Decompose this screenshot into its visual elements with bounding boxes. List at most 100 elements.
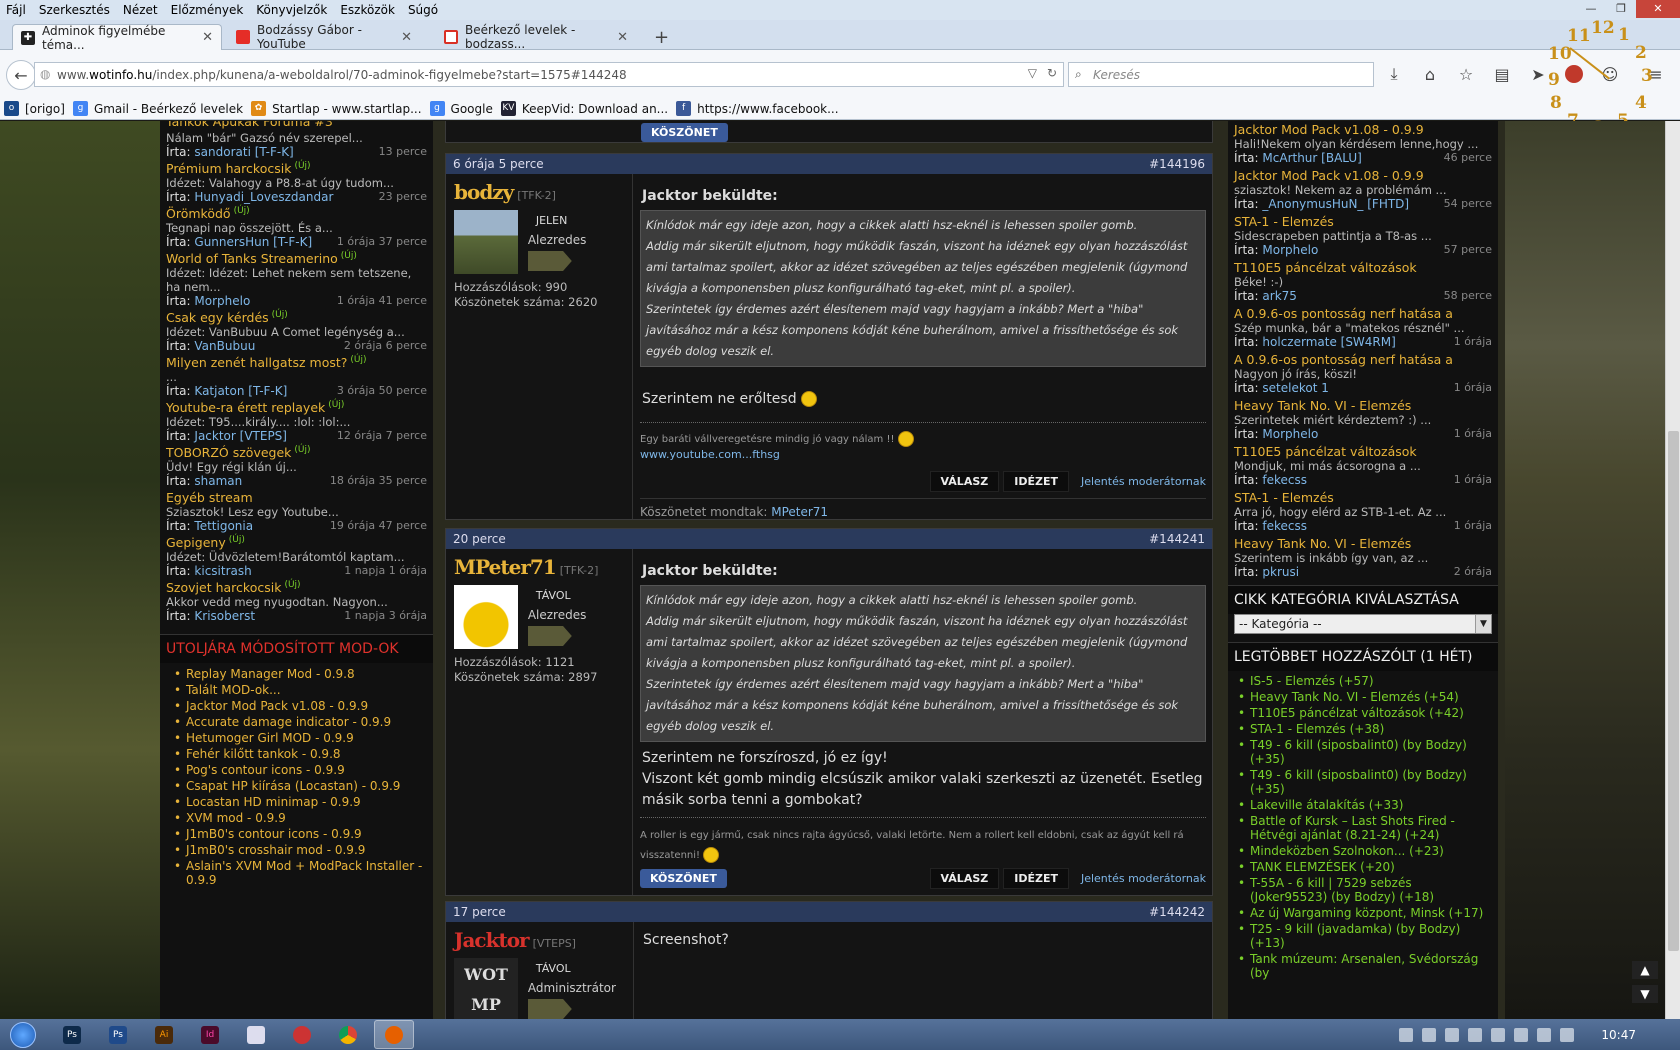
post-id-link[interactable]: #144241: [1149, 532, 1205, 546]
author-link[interactable]: kicsitrash: [194, 564, 251, 578]
author-link[interactable]: Katjaton [T-F-K]: [194, 384, 287, 398]
topic-title-text[interactable]: Szovjet harckocsik: [166, 580, 281, 595]
scroll-up-button[interactable]: ▲: [1632, 961, 1658, 979]
menu-item-0[interactable]: Fájl: [6, 3, 26, 17]
topic-title-text[interactable]: Örömködő: [166, 206, 231, 221]
topic-title[interactable]: Prémium harckocsik (Új): [166, 161, 427, 176]
restore-button[interactable]: ❐: [1606, 0, 1636, 18]
avatar[interactable]: [454, 210, 518, 274]
post-id-link[interactable]: #144242: [1149, 905, 1205, 919]
quote-button[interactable]: IDÉZET: [1003, 471, 1069, 492]
address-bar[interactable]: ◍ www. wotinfo.hu/index.php/kunena/a-webo…: [34, 62, 1064, 87]
bookmark-origo[interactable]: o [origo]: [4, 101, 65, 116]
topic-title[interactable]: Egyéb stream: [166, 490, 427, 505]
list-item[interactable]: Örömködő (Új) Tegnapi nap összejött. És a.…: [160, 205, 433, 250]
author-link[interactable]: Hunyadi_Loveszdandar: [194, 190, 333, 204]
report-moderator-link[interactable]: Jelentés moderátornak: [1081, 475, 1206, 488]
mod-item[interactable]: Jacktor Mod Pack v1.08 - 0.9.9: [174, 698, 433, 714]
list-item[interactable]: Jacktor Mod Pack v1.08 - 0.9.9 Hali!Nekem…: [1228, 122, 1498, 165]
mod-item[interactable]: XVM mod - 0.9.9: [174, 810, 433, 826]
author-link[interactable]: shaman: [194, 474, 242, 488]
author-link[interactable]: holczermate [SW4RM]: [1262, 335, 1395, 349]
home-icon[interactable]: ⌂: [1416, 60, 1444, 88]
author-link[interactable]: Tettigonia: [194, 519, 253, 533]
topic-title-text[interactable]: Milyen zenét hallgatsz most?: [166, 355, 347, 370]
mod-item[interactable]: Hetumoger Girl MOD - 0.9.9: [174, 730, 433, 746]
topic-title[interactable]: Tankok Apukák Fóruma #3: [166, 121, 427, 129]
menu-item-1[interactable]: Szerkesztés: [39, 3, 110, 17]
start-button[interactable]: [0, 1019, 46, 1050]
topic-title[interactable]: T110E5 páncélzat változások: [1234, 260, 1492, 275]
close-tab-icon[interactable]: ✕: [617, 30, 628, 45]
taskbar-illustrator[interactable]: Ai: [144, 1020, 184, 1049]
most-commented-item[interactable]: IS-5 - Elemzés (+57): [1238, 673, 1492, 689]
topic-title[interactable]: Örömködő (Új): [166, 206, 427, 221]
taskbar-photoshop[interactable]: Ps: [52, 1020, 92, 1049]
username-link[interactable]: MPeter71: [454, 555, 557, 579]
most-commented-item[interactable]: TANK ELEMZÉSEK (+20): [1238, 859, 1492, 875]
author-link[interactable]: VanBubuu: [194, 339, 255, 353]
taskbar-explorer[interactable]: [236, 1020, 276, 1049]
most-commented-item[interactable]: T49 - 6 kill (siposbalint0) (by Bodzy) (…: [1238, 767, 1492, 797]
taskbar-chrome[interactable]: [328, 1020, 368, 1049]
thanks-button[interactable]: KÖSZÖNET: [640, 869, 727, 888]
network-icon[interactable]: [1537, 1027, 1552, 1042]
most-commented-item[interactable]: T49 - 6 kill (siposbalint0) (by Bodzy) (…: [1238, 737, 1492, 767]
mod-item[interactable]: Fehér kilőtt tankok - 0.9.8: [174, 746, 433, 762]
most-commented-item[interactable]: Mindeközben Szolnokon... (+23): [1238, 843, 1492, 859]
bookmark-keepvid[interactable]: KV KeepVid: Download an...: [500, 101, 668, 116]
list-item[interactable]: TOBORZÓ szövegek (Új) Üdv! Egy régi klán ú…: [160, 444, 433, 489]
mod-item[interactable]: Accurate damage indicator - 0.9.9: [174, 714, 433, 730]
tab-youtube[interactable]: Bodzássy Gábor - YouTube ✕: [228, 23, 420, 51]
tray-icon[interactable]: [1445, 1027, 1460, 1042]
thanks-button[interactable]: KÖSZÖNET: [641, 123, 728, 142]
mod-item[interactable]: Replay Manager Mod - 0.9.8: [174, 666, 433, 682]
scrollbar-thumb[interactable]: [1668, 431, 1679, 951]
most-commented-item[interactable]: Lakeville átalakítás (+33): [1238, 797, 1492, 813]
bookmark-star-icon[interactable]: ☆: [1452, 60, 1480, 88]
most-commented-item[interactable]: Tank múzeum: Arsenalen, Svédország (by: [1238, 951, 1492, 981]
author-link[interactable]: Jacktor [VTEPS]: [194, 429, 287, 443]
topic-title[interactable]: A 0.9.6-os pontosság nerf hatása a: [1234, 306, 1492, 321]
list-item[interactable]: STA-1 - Elemzés Sidescrapeben pattintja a…: [1228, 214, 1498, 257]
taskbar-photoshop-2[interactable]: Ps: [98, 1020, 138, 1049]
topic-title[interactable]: Youtube-ra érett replayek (Új): [166, 400, 427, 415]
author-link[interactable]: setelekot 1: [1262, 381, 1328, 395]
menu-item-4[interactable]: Könyvjelzők: [256, 3, 327, 17]
most-commented-item[interactable]: Heavy Tank No. VI - Elemzés (+54): [1238, 689, 1492, 705]
author-link[interactable]: ark75: [1262, 289, 1297, 303]
topic-title[interactable]: Jacktor Mod Pack v1.08 - 0.9.9: [1234, 168, 1492, 183]
list-item[interactable]: Heavy Tank No. VI - Elemzés Szerintem is …: [1228, 536, 1498, 579]
author-link[interactable]: Morphelo: [1262, 427, 1318, 441]
menu-item-3[interactable]: Előzmények: [171, 3, 244, 17]
tab-forum[interactable]: ✚ Adminok figyelmébe téma... ✕: [12, 24, 222, 52]
list-item[interactable]: Csak egy kérdés (Új) Idézet: VanBubuu A Co…: [160, 309, 433, 354]
list-item[interactable]: A 0.9.6-os pontosság nerf hatása a Nagyon…: [1228, 352, 1498, 395]
topic-title-text[interactable]: Gepigeny: [166, 535, 226, 550]
author-link[interactable]: sandorati [T-F-K]: [194, 145, 293, 159]
taskbar-indesign[interactable]: Id: [190, 1020, 230, 1049]
list-item[interactable]: A 0.9.6-os pontosság nerf hatása a Szép m…: [1228, 306, 1498, 349]
most-commented-item[interactable]: T110E5 páncélzat változások (+42): [1238, 705, 1492, 721]
taskbar-app[interactable]: [282, 1020, 322, 1049]
list-item[interactable]: World of Tanks Streamerino (Új) Idézet: Id…: [160, 250, 433, 309]
list-item[interactable]: Prémium harckocsik (Új) Idézet: Valahogy a…: [160, 160, 433, 205]
topic-title[interactable]: Csak egy kérdés (Új): [166, 310, 427, 325]
list-item[interactable]: Milyen zenét hallgatsz most? (Új)... Írta:…: [160, 354, 433, 399]
bookmark-facebook[interactable]: f https://www.facebook...: [676, 101, 839, 116]
topic-title[interactable]: Heavy Tank No. VI - Elemzés: [1234, 536, 1492, 551]
avatar[interactable]: WOT MP: [454, 958, 518, 1019]
topic-title[interactable]: World of Tanks Streamerino (Új): [166, 251, 427, 266]
list-item[interactable]: T110E5 páncélzat változások Béke! :-) Írta…: [1228, 260, 1498, 303]
author-link[interactable]: _AnonymusHuN_ [FHTD]: [1262, 197, 1409, 211]
avatar[interactable]: [454, 585, 518, 649]
username-link[interactable]: bodzy: [454, 180, 514, 204]
topic-title[interactable]: STA-1 - Elemzés: [1234, 490, 1492, 505]
menu-item-2[interactable]: Nézet: [123, 3, 158, 17]
list-item[interactable]: Youtube-ra érett replayek (Új) Idézet: T95…: [160, 399, 433, 444]
list-item[interactable]: Tankok Apukák Fóruma #3: [160, 121, 433, 130]
download-icon[interactable]: ⤓: [1380, 60, 1408, 88]
topic-title[interactable]: Heavy Tank No. VI - Elemzés: [1234, 398, 1492, 413]
page-scrollbar[interactable]: [1665, 121, 1680, 1019]
author-link[interactable]: Krisoberst: [194, 609, 255, 623]
